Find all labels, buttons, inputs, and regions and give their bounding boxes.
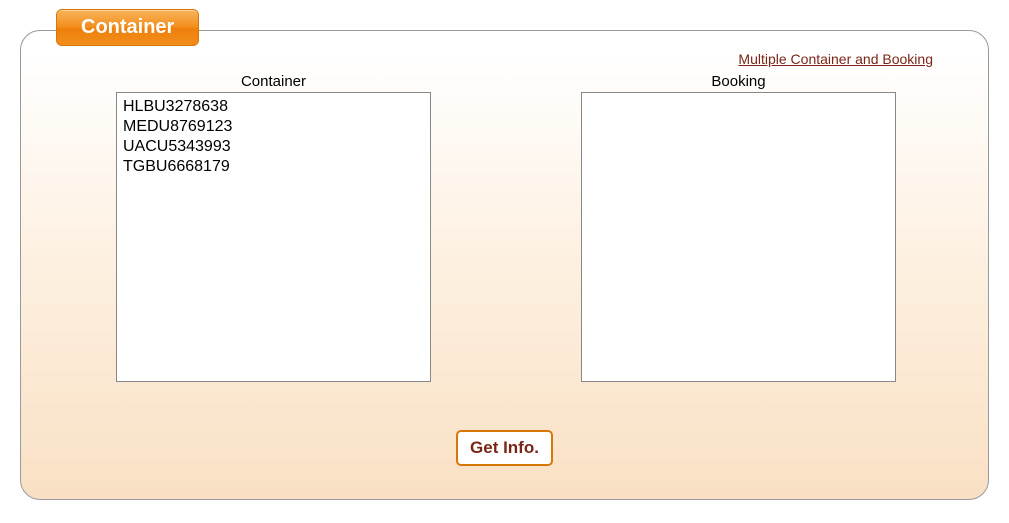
top-link-row: Multiple Container and Booking	[61, 51, 948, 69]
get-info-button[interactable]: Get Info.	[456, 430, 553, 466]
container-textarea[interactable]	[116, 92, 431, 382]
multiple-container-booking-link[interactable]: Multiple Container and Booking	[738, 51, 933, 67]
panel-title: Container	[56, 9, 199, 46]
button-row: Get Info.	[61, 430, 948, 466]
booking-textarea[interactable]	[581, 92, 896, 382]
booking-label: Booking	[711, 73, 765, 90]
container-field-group: Container	[116, 73, 431, 382]
container-label: Container	[241, 73, 306, 90]
fields-row: Container Booking	[61, 73, 948, 382]
booking-field-group: Booking	[581, 73, 896, 382]
container-panel: Container Multiple Container and Booking…	[20, 30, 989, 500]
